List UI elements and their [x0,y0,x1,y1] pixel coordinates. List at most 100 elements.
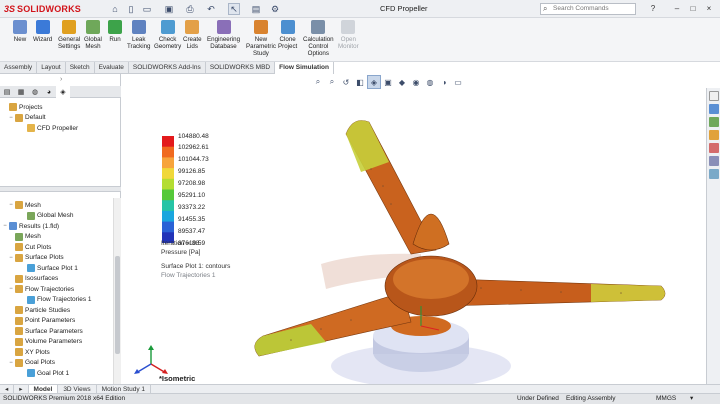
tree-item[interactable]: Volume Parameters [8,337,82,347]
tree-node-icon [15,274,23,283]
tree-item[interactable]: Particle Studies [8,305,70,315]
save-icon[interactable]: ▣ [163,3,175,15]
open-folder-icon[interactable]: ▭ [141,3,153,15]
home-icon[interactable]: ⌂ [109,3,121,15]
ribbon-button-3[interactable]: Global Mesh [84,20,102,50]
minimize-button[interactable]: – [672,3,682,15]
ribbon-button-0[interactable]: New [13,20,27,43]
ribbon-button-12[interactable]: Open Monitor [338,20,359,50]
tree-item[interactable]: Projects [2,102,42,112]
search-commands-input[interactable]: ⌕ Search Commands [540,3,636,15]
view-palette-icon[interactable] [709,143,719,153]
tree-item[interactable]: Surface Plot 1 [20,263,78,273]
tree-scrollbar[interactable] [113,198,121,384]
panel-expand-arrow-icon[interactable]: › [60,76,62,83]
command-tab[interactable]: Evaluate [95,62,129,74]
units-selector[interactable]: MMGS [656,394,676,404]
tree-item[interactable]: − Mesh [8,200,41,210]
close-button[interactable]: × [704,3,714,15]
tree-item-label: Mesh [25,201,41,209]
ribbon-button-8[interactable]: Engineering Database [207,20,240,50]
command-tab[interactable]: SOLIDWORKS Add-Ins [129,62,206,74]
ribbon-button-label: Leak Tracking [127,36,151,50]
legend-swatch [162,146,174,158]
propertymanager-tab-icon[interactable]: ▦ [14,86,28,98]
appearances-icon[interactable] [709,156,719,166]
ribbon-button-label: Calculation Control Options [303,36,334,57]
tree-item[interactable]: − Default [8,113,46,123]
ribbon-button-2[interactable]: General Settings [58,20,80,50]
tree-item[interactable]: Surface Parameters [8,326,83,336]
configurationmanager-tab-icon[interactable]: ◍ [28,86,42,98]
panel-splitter[interactable] [0,186,121,192]
help-icon[interactable]: ? [648,3,658,15]
editing-mode: Editing Assembly [566,395,616,402]
tree-item[interactable]: Global Mesh [20,211,74,221]
ribbon-button-icon [62,20,77,34]
tree-item[interactable]: Mesh [8,232,41,242]
command-tab[interactable]: SOLIDWORKS MBD [206,62,276,74]
collapse-toggle-icon[interactable]: − [2,223,8,229]
propeller-model[interactable] [121,74,706,384]
undo-icon[interactable]: ↶ [205,3,217,15]
ribbon-button-4[interactable]: Run [108,20,122,43]
ribbon-button-label: Wizard [33,36,53,43]
ribbon-button-5[interactable]: Leak Tracking [127,20,151,50]
ribbon-button-6[interactable]: Check Geometry [154,20,181,50]
home-tab-icon[interactable] [709,91,719,101]
tree-item[interactable]: Point Parameters [8,316,75,326]
appearance-tab-icon[interactable]: ◕ [42,86,56,98]
resources-icon[interactable] [709,104,719,114]
tree-item-label: Flow Trajectories [25,285,75,293]
select-icon[interactable]: ↖ [228,3,240,15]
collapse-toggle-icon[interactable]: − [8,115,14,121]
collapse-toggle-icon[interactable]: − [8,360,14,366]
tree-item[interactable]: − Goal Plots [8,358,55,368]
task-pane [706,88,720,384]
hub-top [393,259,469,299]
scrollbar-thumb[interactable] [115,256,120,354]
ribbon-button-icon [341,20,356,34]
tree-item[interactable]: Cut Plots [8,242,51,252]
collapse-toggle-icon[interactable]: − [8,202,14,208]
tree-item[interactable]: − Results (1.fld) [2,221,59,231]
tree-item[interactable]: CFD Propeller [20,123,78,133]
file-explorer-icon[interactable] [709,130,719,140]
title-bar: 3S SOLIDWORKS ⌂ ▯ ▭ ▣ ⎙ ↶ ↖ ▤ ⚙ CFD Prop… [0,0,720,18]
tree-item-label: Global Mesh [37,212,74,219]
manager-tabs: ▤ ▦ ◍ ◕ ◈ [0,86,121,98]
tree-item[interactable]: − Surface Plots [8,253,64,263]
featuremanager-tab-icon[interactable]: ▤ [0,86,14,98]
units-dropdown-icon[interactable]: ▾ [690,394,693,404]
command-tab[interactable]: Assembly [0,62,38,74]
collapse-toggle-icon[interactable]: − [8,255,14,261]
ribbon-button-11[interactable]: Calculation Control Options [303,20,334,57]
flow-simulation-tab-icon[interactable]: ◈ [56,86,70,98]
command-tab[interactable]: Flow Simulation [275,62,334,74]
legend-value: 104880.48 [178,132,209,140]
new-document-icon[interactable]: ▯ [125,3,137,15]
solidworks-logo[interactable]: 3S SOLIDWORKS [4,3,81,15]
command-tab[interactable]: Sketch [66,62,95,74]
search-icon: ⌕ [543,4,548,13]
ribbon-button-1[interactable]: Wizard [33,20,52,43]
tree-item[interactable]: XY Plots [8,347,50,357]
legend-value: 95291.10 [178,191,206,199]
print-icon[interactable]: ⎙ [184,3,196,15]
ribbon-button-label: General Settings [58,36,81,50]
ribbon-button-7[interactable]: Create Lids [183,20,202,50]
ribbon-button-9[interactable]: New Parametric Study [246,20,276,57]
rebuild-icon[interactable]: ▤ [250,3,262,15]
tree-item[interactable]: Flow Trajectories 1 [20,295,92,305]
graphics-area[interactable]: ⌕ ⌕ ↺ ◧ ◈ ▣ ◆ ◉ ◍ ◑ ▭ 104880.48 102962.6… [121,74,706,384]
command-tab[interactable]: Layout [37,62,66,74]
tree-item[interactable]: Goal Plot 1 [20,368,69,378]
custom-properties-icon[interactable] [709,169,719,179]
design-library-icon[interactable] [709,117,719,127]
restore-button[interactable]: □ [688,3,698,15]
tree-item[interactable]: Isosurfaces [8,274,58,284]
collapse-toggle-icon[interactable]: − [8,286,14,292]
ribbon-button-10[interactable]: Clone Project [278,20,297,50]
options-gear-icon[interactable]: ⚙ [269,3,281,15]
tree-item[interactable]: − Flow Trajectories [8,284,74,294]
